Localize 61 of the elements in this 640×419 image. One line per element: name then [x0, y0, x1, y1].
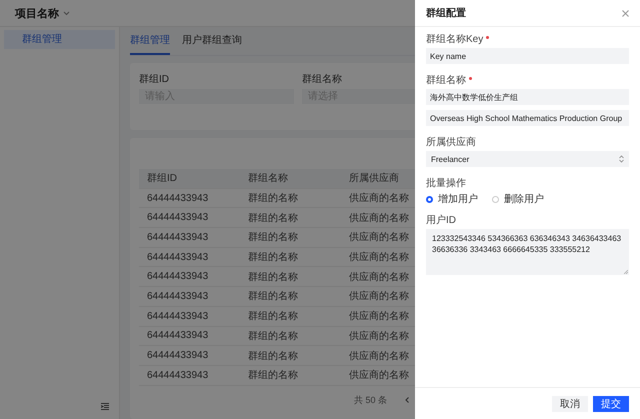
resize-grip-icon[interactable] — [624, 270, 628, 274]
table-cell: 64444433943 — [147, 330, 208, 342]
tab[interactable]: 用户群组查询 — [182, 33, 242, 55]
sort-caret-icon — [619, 155, 624, 163]
field-label: 所属供应商 — [426, 136, 476, 149]
table-cell: 群组的名称 — [248, 212, 298, 224]
table-cell: 供应商的名称 — [349, 232, 409, 244]
table-cell: 64444433943 — [147, 192, 208, 204]
table-cell: 供应商的名称 — [349, 311, 409, 322]
filter-label: 群组名称 — [302, 73, 342, 86]
table-cell: 供应商的名称 — [349, 350, 409, 362]
action-button[interactable]: 取消 — [552, 396, 588, 412]
text-area[interactable]: 123332543346 534366363 636346343 34636433463 36636336 3343463 6666645335 333555212 — [426, 229, 629, 275]
field-label: 用户ID — [426, 214, 456, 227]
filter-label: 群组ID — [139, 73, 169, 86]
table-cell: 64444433943 — [147, 310, 208, 322]
column-header: 所属供应商 — [349, 173, 399, 184]
required-mark-icon — [469, 77, 472, 80]
caret-icon — [63, 10, 70, 16]
table-cell: 供应商的名称 — [349, 212, 409, 224]
total-count: 共 50 条 — [354, 394, 387, 407]
column-header: 群组ID — [147, 173, 177, 184]
field-label: 群组名称Key — [426, 33, 484, 46]
table-cell: 供应商的名称 — [349, 193, 409, 204]
table-cell: 64444433943 — [147, 370, 208, 381]
table-cell: 供应商的名称 — [349, 330, 409, 342]
table-cell: 群组的名称 — [248, 370, 298, 382]
table-cell: 群组的名称 — [248, 291, 298, 302]
table-cell: 群组的名称 — [248, 311, 298, 322]
table-cell: 群组的名称 — [248, 252, 298, 264]
table-cell: 64444433943 — [147, 232, 208, 243]
table-cell: 群组的名称 — [248, 330, 298, 342]
table-cell: 64444433943 — [147, 290, 208, 302]
radio-option[interactable]: 增加用户 — [426, 192, 478, 206]
table-cell: 供应商的名称 — [349, 252, 409, 264]
collapse-icon[interactable] — [101, 403, 109, 410]
table-cell: 64444433943 — [147, 252, 208, 263]
table-cell: 供应商的名称 — [349, 370, 409, 382]
action-button[interactable]: 提交 — [593, 396, 629, 412]
field-label: 批量操作 — [426, 176, 466, 190]
text-field[interactable]: 海外高中数学低价生产组 — [426, 89, 629, 105]
radio-option[interactable]: 删除用户 — [492, 192, 544, 206]
table-cell: 群组的名称 — [248, 350, 298, 362]
table-cell: 供应商的名称 — [349, 291, 409, 302]
text-field[interactable]: Key name — [426, 48, 629, 64]
table-cell: 群组的名称 — [248, 193, 298, 204]
field-label: 群组名称 — [426, 74, 466, 87]
drawer-title: 群组配置 — [426, 6, 466, 20]
previous-icon[interactable] — [405, 397, 409, 404]
table-cell: 群组的名称 — [248, 272, 298, 283]
table-cell: 64444433943 — [147, 271, 208, 282]
column-header: 群组名称 — [248, 173, 288, 184]
table-cell: 供应商的名称 — [349, 272, 409, 283]
table-cell: 64444433943 — [147, 350, 208, 362]
text-field[interactable]: Overseas High School Mathematics Production Group — [426, 110, 629, 126]
table-cell: 群组的名称 — [248, 232, 298, 244]
close-icon[interactable] — [622, 10, 629, 16]
table-cell: 64444433943 — [147, 212, 208, 224]
required-mark-icon — [486, 36, 490, 39]
select-field[interactable]: Freelancer — [426, 151, 629, 167]
project-selector[interactable]: 项目名称 — [15, 6, 59, 20]
